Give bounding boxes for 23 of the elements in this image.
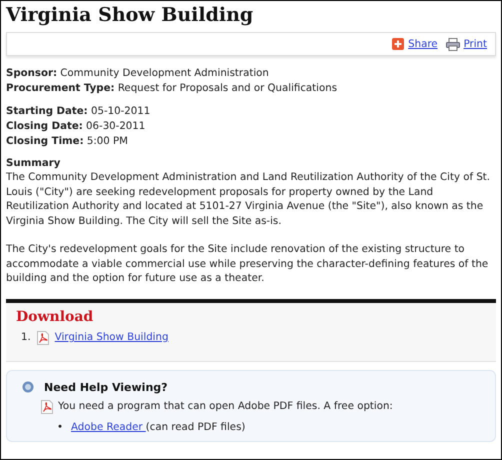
list-number: 1.	[21, 332, 31, 343]
share-link[interactable]: Share	[408, 38, 438, 50]
help-note: You need a program that can open Adobe PDF files. A free option:	[58, 401, 393, 412]
printer-icon[interactable]	[446, 38, 460, 50]
date-text: Closing Date: 06-30-2011	[6, 120, 146, 134]
reader-link[interactable]: Adobe Reader	[71, 422, 146, 432]
page-title: Virginia Show Building	[6, 4, 254, 26]
summary-heading: Summary	[6, 157, 62, 171]
date-text: Closing Time: 5:00 PM	[6, 135, 129, 149]
pdf-icon	[41, 400, 53, 414]
date-text: Starting Date: 05-10-2011	[6, 105, 152, 119]
download-heading: Download	[16, 308, 94, 324]
field-text: Procurement Type: Request for Proposals and or Qualifications	[6, 82, 338, 96]
summary-paragraph: The Community Development Administration and Land Reutilization Authority of the City of St. Louis ("City") are seeking redevelopment proposals for property owned by the Land Reutilization Authority and located at 5101-27 Virginia Avenue (the "Site"), also known as the Virginia Show Building. The City will sell the Site as-is.	[6, 171, 492, 228]
document-link[interactable]: Virginia Show Building	[54, 332, 168, 343]
bullet: •	[57, 422, 64, 432]
print-link[interactable]: Print	[464, 38, 487, 50]
plus-icon[interactable]	[392, 38, 404, 50]
pdf-icon	[36, 330, 49, 344]
reader-note: Adobe Reader (can read PDF files)	[71, 422, 246, 432]
help-heading: Need Help Viewing?	[44, 380, 168, 394]
field-text: Sponsor: Community Development Administration	[6, 67, 270, 81]
summary-paragraph: The City's redevelopment goals for the Site include renovation of the existing structure to accommodate a viable commercial use while preserving the character-defining features of the building and the option for future use as a theater.	[6, 243, 490, 286]
